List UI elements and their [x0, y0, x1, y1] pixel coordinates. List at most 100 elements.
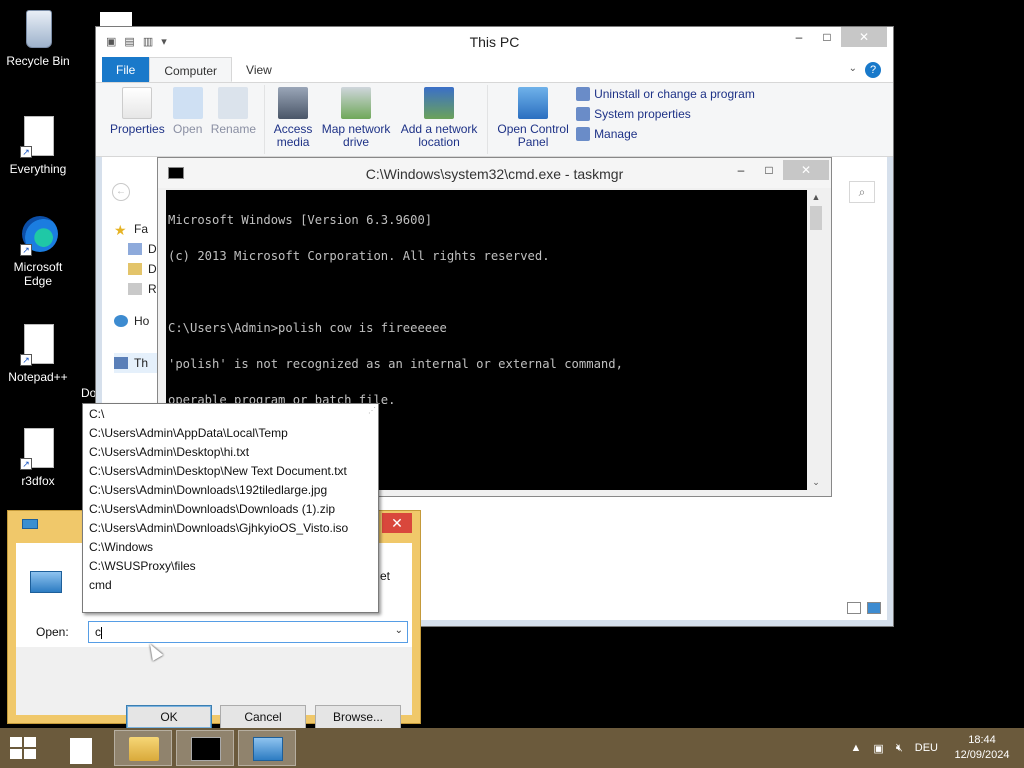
- properties-button[interactable]: Properties: [108, 85, 167, 154]
- rename-button[interactable]: Rename: [209, 85, 258, 154]
- open-control-panel-label: Open Control Panel: [497, 122, 569, 149]
- cmd-titlebar[interactable]: C:\Windows\system32\cmd.exe - taskmgr – …: [158, 158, 831, 188]
- map-network-drive-button[interactable]: Map network drive: [319, 85, 393, 154]
- tree-item-desktop[interactable]: D: [114, 239, 157, 259]
- close-button[interactable]: ✕: [382, 513, 412, 533]
- console-line: 'polish' is not recognized as an interna…: [168, 357, 623, 371]
- list-item[interactable]: C:\Users\Admin\Desktop\hi.txt: [83, 443, 378, 462]
- access-media-button[interactable]: Access media: [271, 85, 315, 154]
- list-item[interactable]: C:\Users\Admin\Downloads\Downloads (1).z…: [83, 500, 378, 519]
- tab-view[interactable]: View: [232, 57, 286, 82]
- clock[interactable]: 18:44 12/09/2024: [950, 733, 1014, 763]
- list-item[interactable]: C:\Users\Admin\Desktop\New Text Document…: [83, 462, 378, 481]
- ok-button[interactable]: OK: [126, 705, 212, 729]
- search-icon[interactable]: ⌕: [849, 181, 875, 203]
- list-item[interactable]: C:\WSUSProxy\files: [83, 557, 378, 576]
- homegroup-icon: [114, 315, 128, 327]
- start-button[interactable]: [10, 737, 38, 759]
- star-icon: ★: [114, 222, 127, 238]
- file-shortcut-icon: ↗: [20, 116, 56, 158]
- rename-label: Rename: [210, 122, 257, 136]
- run-icon: [253, 737, 283, 761]
- tree-item-favorites[interactable]: ★ Fa: [114, 219, 157, 239]
- system-properties-button[interactable]: System properties: [576, 107, 755, 121]
- tree-item-homegroup[interactable]: Ho: [114, 311, 157, 331]
- computer-icon: [114, 357, 128, 369]
- desktop-icon-edge[interactable]: ↗ Microsoft Edge: [0, 214, 76, 288]
- open-button[interactable]: Open: [171, 85, 205, 154]
- network-icon[interactable]: ▣: [873, 742, 883, 755]
- tab-computer[interactable]: Computer: [149, 57, 233, 82]
- taskbar-item-file[interactable]: [56, 730, 114, 766]
- minimize-button[interactable]: –: [785, 27, 813, 47]
- language-indicator[interactable]: DEU: [915, 742, 938, 754]
- minimize-button[interactable]: –: [727, 160, 755, 180]
- large-icons-view-icon[interactable]: [867, 602, 881, 614]
- taskbar-item-cmd[interactable]: [176, 730, 234, 766]
- list-item[interactable]: C:\: [83, 405, 378, 424]
- media-icon: [278, 87, 309, 119]
- taskbar-item-explorer[interactable]: [114, 730, 172, 766]
- close-button[interactable]: ✕: [841, 27, 887, 47]
- list-item[interactable]: cmd: [83, 576, 378, 595]
- tree-item-downloads[interactable]: D: [114, 259, 157, 279]
- scroll-thumb[interactable]: [810, 206, 822, 230]
- chevron-up-icon[interactable]: ▲: [851, 742, 862, 754]
- tree-label: Ho: [134, 314, 150, 328]
- windows-logo-icon: [10, 737, 22, 747]
- desktop-icon-recycle-bin[interactable]: Recycle Bin: [0, 8, 76, 68]
- properties-icon: [122, 87, 153, 119]
- list-item[interactable]: C:\Windows: [83, 538, 378, 557]
- recent-icon: [128, 283, 142, 295]
- details-view-icon[interactable]: [847, 602, 861, 614]
- run-icon: [22, 519, 38, 529]
- desktop-icon-label: Recycle Bin: [6, 54, 70, 68]
- resize-grip-icon[interactable]: ⋰: [368, 406, 376, 415]
- volume-muted-icon[interactable]: 🔇︎: [896, 742, 903, 755]
- chevron-down-icon[interactable]: ⌄: [849, 63, 857, 74]
- list-item[interactable]: C:\Users\Admin\AppData\Local\Temp: [83, 424, 378, 443]
- file-shortcut-icon: ↗: [20, 324, 56, 366]
- list-item[interactable]: C:\Users\Admin\Downloads\GjhkyioOS_Visto…: [83, 519, 378, 538]
- close-button[interactable]: ✕: [783, 160, 829, 180]
- properties-label: Properties: [110, 122, 165, 136]
- maximize-button[interactable]: □: [813, 27, 841, 47]
- programs-icon: [576, 87, 591, 101]
- open-control-panel-button[interactable]: Open Control Panel: [494, 85, 572, 154]
- explorer-titlebar[interactable]: ▣ ▤ ▥ ▾ This PC – □ ✕: [96, 27, 893, 57]
- add-network-location-label: Add a network location: [400, 122, 478, 149]
- maximize-button[interactable]: □: [755, 160, 783, 180]
- desktop-icon-notepadpp[interactable]: ↗ Notepad++: [0, 324, 76, 384]
- console-line: C:\Users\Admin>polish cow is fireeeeee: [168, 321, 447, 335]
- cancel-button[interactable]: Cancel: [220, 705, 306, 729]
- back-arrow-icon[interactable]: ←: [112, 183, 130, 201]
- file-shortcut-icon: ↗: [20, 428, 56, 470]
- navigation-pane: ★ Fa D D R Ho Th: [114, 219, 157, 373]
- tree-item-recent[interactable]: R: [114, 279, 157, 299]
- tree-item-thispc[interactable]: Th: [114, 353, 157, 373]
- ribbon: Properties Open Rename Access media Map …: [96, 83, 893, 157]
- chevron-down-icon[interactable]: ⌄: [395, 625, 403, 636]
- folder-icon: [129, 737, 159, 761]
- manage-button[interactable]: Manage: [576, 127, 755, 141]
- taskbar-item-run[interactable]: [238, 730, 296, 766]
- desktop-file-icon-partial[interactable]: [100, 12, 132, 26]
- uninstall-label: Uninstall or change a program: [594, 87, 755, 101]
- manage-icon: [576, 127, 591, 141]
- scroll-down-icon[interactable]: ⌄: [808, 477, 824, 488]
- vertical-scrollbar[interactable]: ▲ ⌄: [808, 190, 824, 490]
- help-icon[interactable]: ?: [865, 62, 881, 78]
- scroll-up-icon[interactable]: ▲: [808, 192, 824, 202]
- list-item[interactable]: C:\Users\Admin\Downloads\192tiledlarge.j…: [83, 481, 378, 500]
- window-title: This PC: [469, 34, 520, 50]
- taskbar: ▲ ▣ 🔇︎ DEU 18:44 12/09/2024: [0, 728, 1024, 768]
- uninstall-program-button[interactable]: Uninstall or change a program: [576, 87, 755, 101]
- tab-file[interactable]: File: [102, 57, 150, 82]
- browse-button[interactable]: Browse...: [315, 705, 401, 729]
- add-network-location-button[interactable]: Add a network location: [397, 85, 481, 154]
- desktop-icon-everything[interactable]: ↗ Everything: [0, 116, 76, 176]
- clock-date: 12/09/2024: [954, 749, 1010, 761]
- desktop-icon-r3dfox[interactable]: ↗ r3dfox: [0, 428, 76, 488]
- open-input[interactable]: c ⌄: [88, 621, 408, 643]
